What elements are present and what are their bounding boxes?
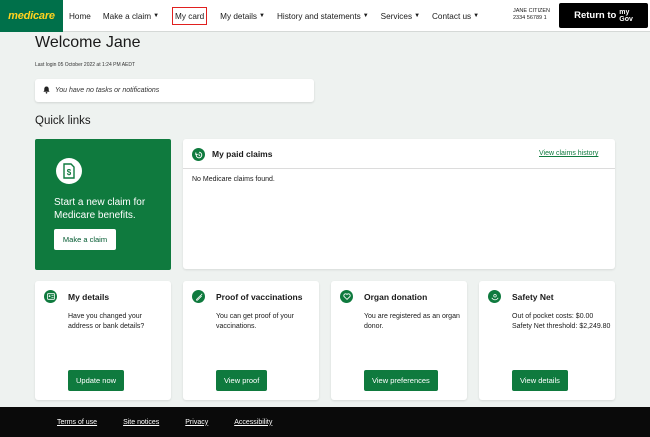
id-card-icon [44, 290, 57, 303]
page-title: Welcome Jane [35, 34, 141, 51]
nav-history-label: History and statements [276, 11, 361, 21]
notification-panel: You have no tasks or notifications [35, 79, 314, 102]
safety-net-text: Out of pocket costs: $0.00 Safety Net th… [512, 313, 611, 330]
nav-my-card[interactable]: My card [165, 0, 214, 32]
footer-link-privacy[interactable]: Privacy [185, 419, 208, 426]
vaccinations-text: You can get proof of your vaccinations. [216, 313, 294, 330]
paid-claims-card: My paid claims View claims history No Me… [183, 139, 615, 269]
nav-my-card-label: My card [175, 11, 205, 21]
vaccinations-title: Proof of vaccinations [216, 292, 303, 302]
new-claim-text: Start a new claim for Medicare benefits. [54, 197, 146, 221]
nav-my-details-label: My details [220, 11, 258, 21]
document-dollar-icon: $ [56, 158, 82, 184]
mygov-logo-bottom: Gov [619, 15, 633, 23]
mygov-logo: my Gov [619, 9, 633, 23]
make-a-claim-button[interactable]: Make a claim [54, 229, 116, 250]
proof-of-vaccinations-card: Proof of vaccinations You can get proof … [183, 281, 319, 400]
last-login-text: Last login 05 October 2022 at 1:24 PM AE… [35, 62, 136, 68]
organ-donation-card: Organ donation You are registered as an … [331, 281, 467, 400]
organ-donation-title: Organ donation [364, 292, 428, 302]
view-preferences-button[interactable]: View preferences [364, 370, 438, 391]
main-nav: Home Make a claim ▼ My card My details ▼ H… [63, 0, 485, 32]
paid-claims-header: My paid claims View claims history [183, 139, 615, 169]
nav-my-details[interactable]: My details ▼ [214, 0, 271, 32]
top-header: medicare Home Make a claim ▼ My card My d… [0, 0, 650, 32]
svg-text:$: $ [67, 168, 72, 177]
nav-make-a-claim[interactable]: Make a claim ▼ [97, 0, 165, 32]
view-claims-history-link[interactable]: View claims history [539, 150, 598, 157]
site-footer: Terms of use Site notices Privacy Access… [0, 407, 650, 437]
safety-net-card: Safety Net Out of pocket costs: $0.00 Sa… [479, 281, 615, 400]
nav-home[interactable]: Home [63, 0, 97, 32]
syringe-icon [192, 290, 205, 303]
return-to-label: Return to [574, 10, 617, 21]
footer-link-site-notices[interactable]: Site notices [123, 419, 159, 426]
paid-claims-title: My paid claims [212, 149, 273, 159]
new-claim-card: $ Start a new claim for Medicare benefit… [35, 139, 171, 270]
organ-donation-text: You are registered as an organ donor. [364, 313, 460, 330]
hands-icon [488, 290, 501, 303]
update-now-button[interactable]: Update now [68, 370, 125, 391]
nav-services-label: Services [380, 11, 413, 21]
safety-net-title: Safety Net [512, 292, 554, 302]
return-to-mygov-button[interactable]: Return to my Gov [559, 3, 648, 28]
user-name: JANE CITIZEN [513, 8, 550, 14]
chevron-down-icon: ▼ [259, 13, 265, 19]
footer-link-terms-of-use[interactable]: Terms of use [57, 419, 97, 426]
view-details-button[interactable]: View details [512, 370, 568, 391]
notification-text: You have no tasks or notifications [55, 87, 160, 94]
nav-contact-us-label: Contact us [432, 11, 472, 21]
my-details-title: My details [68, 292, 110, 302]
nav-contact-us[interactable]: Contact us ▼ [426, 0, 485, 32]
chevron-down-icon: ▼ [414, 13, 421, 19]
footer-link-accessibility[interactable]: Accessibility [234, 419, 272, 426]
heart-icon [340, 290, 353, 303]
nav-home-label: Home [69, 11, 91, 21]
chevron-down-icon: ▼ [153, 13, 160, 19]
history-icon [192, 148, 205, 161]
mygov-logo-top: my [619, 8, 630, 16]
nav-make-a-claim-label: Make a claim [102, 11, 152, 21]
nav-services[interactable]: Services ▼ [375, 0, 426, 32]
no-claims-message: No Medicare claims found. [192, 176, 275, 183]
bell-icon [43, 86, 50, 96]
user-info: JANE CITIZEN 2334 56789 1 [513, 8, 550, 22]
quick-links-heading: Quick links [35, 115, 91, 127]
user-medicare-number: 2334 56789 1 [513, 15, 547, 21]
chevron-down-icon: ▼ [362, 13, 369, 19]
chevron-down-icon: ▼ [473, 13, 480, 19]
my-details-card: My details Have you changed your address… [35, 281, 171, 400]
my-details-text: Have you changed your address or bank de… [68, 313, 145, 330]
medicare-logo[interactable]: medicare [0, 0, 63, 32]
view-proof-button[interactable]: View proof [216, 370, 268, 391]
nav-history-and-statements[interactable]: History and statements ▼ [271, 0, 375, 32]
